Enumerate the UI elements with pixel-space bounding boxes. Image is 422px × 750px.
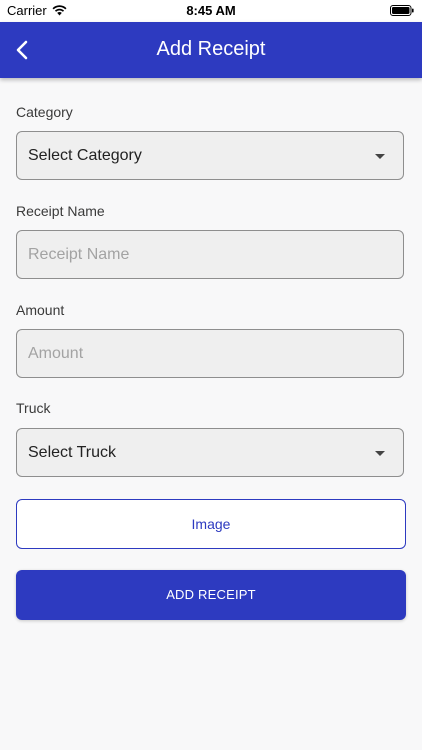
add-receipt-button[interactable]: ADD RECEIPT: [16, 570, 406, 620]
truck-label: Truck: [16, 400, 51, 416]
category-dropdown[interactable]: Select Category: [16, 131, 404, 180]
receipt-name-input[interactable]: Receipt Name: [16, 230, 404, 279]
amount-input[interactable]: Amount: [16, 329, 404, 378]
page-title: Add Receipt: [156, 38, 266, 60]
add-receipt-button-label: ADD RECEIPT: [166, 587, 256, 602]
status-bar: Carrier 8:45 AM: [0, 0, 422, 22]
category-label: Category: [16, 104, 73, 120]
category-selected-value: Select Category: [28, 147, 142, 164]
dropdown-caret-icon: [375, 154, 385, 159]
receipt-name-label: Receipt Name: [16, 203, 105, 219]
battery-icon: [390, 5, 414, 16]
truck-dropdown[interactable]: Select Truck: [16, 428, 404, 477]
image-button-label: Image: [191, 516, 231, 532]
amount-label: Amount: [16, 302, 65, 318]
image-button[interactable]: Image: [16, 499, 406, 549]
amount-placeholder: Amount: [28, 345, 84, 362]
truck-selected-value: Select Truck: [28, 444, 117, 461]
status-time: 8:45 AM: [186, 3, 236, 18]
dropdown-caret-icon: [375, 451, 385, 456]
receipt-name-placeholder: Receipt Name: [28, 246, 130, 263]
app-bar: Add Receipt: [0, 22, 422, 78]
